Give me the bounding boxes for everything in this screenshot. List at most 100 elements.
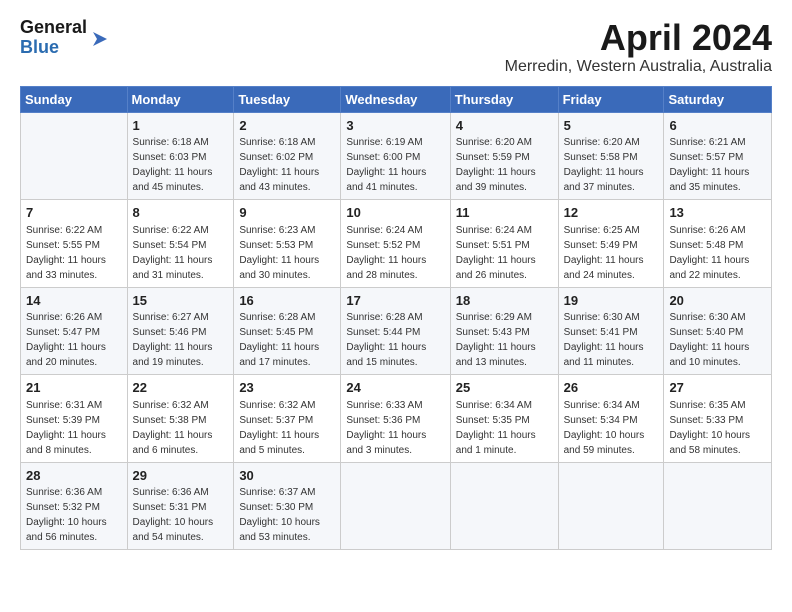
day-detail: Sunrise: 6:18 AMSunset: 6:03 PMDaylight:… bbox=[133, 137, 213, 193]
table-row: 20 Sunrise: 6:30 AMSunset: 5:40 PMDaylig… bbox=[664, 287, 772, 375]
day-number: 9 bbox=[239, 204, 335, 222]
logo-text: General Blue bbox=[20, 18, 87, 58]
day-detail: Sunrise: 6:24 AMSunset: 5:51 PMDaylight:… bbox=[456, 225, 536, 281]
day-detail: Sunrise: 6:33 AMSunset: 5:36 PMDaylight:… bbox=[346, 400, 426, 456]
month-title: April 2024 bbox=[505, 18, 772, 58]
day-number: 23 bbox=[239, 379, 335, 397]
page: General Blue April 2024 Merredin, Wester… bbox=[0, 0, 792, 560]
day-number: 30 bbox=[239, 467, 335, 485]
table-row: 19 Sunrise: 6:30 AMSunset: 5:41 PMDaylig… bbox=[558, 287, 664, 375]
col-monday: Monday bbox=[127, 86, 234, 112]
day-number: 25 bbox=[456, 379, 553, 397]
table-row: 8 Sunrise: 6:22 AMSunset: 5:54 PMDayligh… bbox=[127, 200, 234, 288]
day-number: 3 bbox=[346, 117, 444, 135]
day-detail: Sunrise: 6:26 AMSunset: 5:48 PMDaylight:… bbox=[669, 225, 749, 281]
calendar-week-row: 21 Sunrise: 6:31 AMSunset: 5:39 PMDaylig… bbox=[21, 375, 772, 463]
day-number: 28 bbox=[26, 467, 122, 485]
header: General Blue April 2024 Merredin, Wester… bbox=[20, 18, 772, 76]
logo-line2: Blue bbox=[20, 38, 87, 58]
table-row bbox=[341, 462, 450, 550]
day-detail: Sunrise: 6:27 AMSunset: 5:46 PMDaylight:… bbox=[133, 312, 213, 368]
calendar-week-row: 14 Sunrise: 6:26 AMSunset: 5:47 PMDaylig… bbox=[21, 287, 772, 375]
table-row: 13 Sunrise: 6:26 AMSunset: 5:48 PMDaylig… bbox=[664, 200, 772, 288]
table-row: 5 Sunrise: 6:20 AMSunset: 5:58 PMDayligh… bbox=[558, 112, 664, 200]
day-detail: Sunrise: 6:20 AMSunset: 5:59 PMDaylight:… bbox=[456, 137, 536, 193]
table-row: 2 Sunrise: 6:18 AMSunset: 6:02 PMDayligh… bbox=[234, 112, 341, 200]
table-row: 11 Sunrise: 6:24 AMSunset: 5:51 PMDaylig… bbox=[450, 200, 558, 288]
table-row: 6 Sunrise: 6:21 AMSunset: 5:57 PMDayligh… bbox=[664, 112, 772, 200]
title-section: April 2024 Merredin, Western Australia, … bbox=[505, 18, 772, 76]
day-detail: Sunrise: 6:35 AMSunset: 5:33 PMDaylight:… bbox=[669, 400, 750, 456]
day-number: 1 bbox=[133, 117, 229, 135]
table-row: 18 Sunrise: 6:29 AMSunset: 5:43 PMDaylig… bbox=[450, 287, 558, 375]
day-detail: Sunrise: 6:36 AMSunset: 5:32 PMDaylight:… bbox=[26, 487, 107, 543]
day-detail: Sunrise: 6:34 AMSunset: 5:35 PMDaylight:… bbox=[456, 400, 536, 456]
table-row: 15 Sunrise: 6:27 AMSunset: 5:46 PMDaylig… bbox=[127, 287, 234, 375]
calendar-week-row: 28 Sunrise: 6:36 AMSunset: 5:32 PMDaylig… bbox=[21, 462, 772, 550]
day-detail: Sunrise: 6:32 AMSunset: 5:37 PMDaylight:… bbox=[239, 400, 319, 456]
table-row: 29 Sunrise: 6:36 AMSunset: 5:31 PMDaylig… bbox=[127, 462, 234, 550]
calendar-week-row: 1 Sunrise: 6:18 AMSunset: 6:03 PMDayligh… bbox=[21, 112, 772, 200]
logo-arrow-icon bbox=[89, 28, 111, 50]
day-detail: Sunrise: 6:30 AMSunset: 5:41 PMDaylight:… bbox=[564, 312, 644, 368]
logo: General Blue bbox=[20, 18, 111, 58]
table-row: 16 Sunrise: 6:28 AMSunset: 5:45 PMDaylig… bbox=[234, 287, 341, 375]
day-number: 18 bbox=[456, 292, 553, 310]
col-tuesday: Tuesday bbox=[234, 86, 341, 112]
day-number: 8 bbox=[133, 204, 229, 222]
day-number: 5 bbox=[564, 117, 659, 135]
col-wednesday: Wednesday bbox=[341, 86, 450, 112]
day-number: 4 bbox=[456, 117, 553, 135]
day-detail: Sunrise: 6:37 AMSunset: 5:30 PMDaylight:… bbox=[239, 487, 320, 543]
day-number: 7 bbox=[26, 204, 122, 222]
day-detail: Sunrise: 6:25 AMSunset: 5:49 PMDaylight:… bbox=[564, 225, 644, 281]
col-saturday: Saturday bbox=[664, 86, 772, 112]
day-number: 12 bbox=[564, 204, 659, 222]
day-detail: Sunrise: 6:24 AMSunset: 5:52 PMDaylight:… bbox=[346, 225, 426, 281]
table-row bbox=[450, 462, 558, 550]
calendar-header-row: Sunday Monday Tuesday Wednesday Thursday… bbox=[21, 86, 772, 112]
table-row bbox=[558, 462, 664, 550]
day-number: 19 bbox=[564, 292, 659, 310]
day-number: 20 bbox=[669, 292, 766, 310]
day-number: 22 bbox=[133, 379, 229, 397]
table-row: 10 Sunrise: 6:24 AMSunset: 5:52 PMDaylig… bbox=[341, 200, 450, 288]
table-row: 12 Sunrise: 6:25 AMSunset: 5:49 PMDaylig… bbox=[558, 200, 664, 288]
table-row: 23 Sunrise: 6:32 AMSunset: 5:37 PMDaylig… bbox=[234, 375, 341, 463]
table-row: 3 Sunrise: 6:19 AMSunset: 6:00 PMDayligh… bbox=[341, 112, 450, 200]
calendar-table: Sunday Monday Tuesday Wednesday Thursday… bbox=[20, 86, 772, 551]
day-number: 6 bbox=[669, 117, 766, 135]
day-detail: Sunrise: 6:23 AMSunset: 5:53 PMDaylight:… bbox=[239, 225, 319, 281]
day-detail: Sunrise: 6:36 AMSunset: 5:31 PMDaylight:… bbox=[133, 487, 214, 543]
day-detail: Sunrise: 6:32 AMSunset: 5:38 PMDaylight:… bbox=[133, 400, 213, 456]
table-row: 17 Sunrise: 6:28 AMSunset: 5:44 PMDaylig… bbox=[341, 287, 450, 375]
calendar-week-row: 7 Sunrise: 6:22 AMSunset: 5:55 PMDayligh… bbox=[21, 200, 772, 288]
day-detail: Sunrise: 6:30 AMSunset: 5:40 PMDaylight:… bbox=[669, 312, 749, 368]
day-number: 29 bbox=[133, 467, 229, 485]
table-row: 7 Sunrise: 6:22 AMSunset: 5:55 PMDayligh… bbox=[21, 200, 128, 288]
day-number: 11 bbox=[456, 204, 553, 222]
day-number: 21 bbox=[26, 379, 122, 397]
day-number: 16 bbox=[239, 292, 335, 310]
table-row: 1 Sunrise: 6:18 AMSunset: 6:03 PMDayligh… bbox=[127, 112, 234, 200]
day-detail: Sunrise: 6:21 AMSunset: 5:57 PMDaylight:… bbox=[669, 137, 749, 193]
col-friday: Friday bbox=[558, 86, 664, 112]
table-row: 27 Sunrise: 6:35 AMSunset: 5:33 PMDaylig… bbox=[664, 375, 772, 463]
day-detail: Sunrise: 6:34 AMSunset: 5:34 PMDaylight:… bbox=[564, 400, 645, 456]
day-number: 26 bbox=[564, 379, 659, 397]
col-sunday: Sunday bbox=[21, 86, 128, 112]
day-number: 10 bbox=[346, 204, 444, 222]
table-row: 26 Sunrise: 6:34 AMSunset: 5:34 PMDaylig… bbox=[558, 375, 664, 463]
table-row: 28 Sunrise: 6:36 AMSunset: 5:32 PMDaylig… bbox=[21, 462, 128, 550]
day-number: 24 bbox=[346, 379, 444, 397]
logo-line1: General bbox=[20, 18, 87, 38]
day-detail: Sunrise: 6:22 AMSunset: 5:55 PMDaylight:… bbox=[26, 225, 106, 281]
col-thursday: Thursday bbox=[450, 86, 558, 112]
table-row bbox=[21, 112, 128, 200]
table-row bbox=[664, 462, 772, 550]
day-number: 14 bbox=[26, 292, 122, 310]
location-title: Merredin, Western Australia, Australia bbox=[505, 58, 772, 76]
day-detail: Sunrise: 6:22 AMSunset: 5:54 PMDaylight:… bbox=[133, 225, 213, 281]
day-detail: Sunrise: 6:29 AMSunset: 5:43 PMDaylight:… bbox=[456, 312, 536, 368]
table-row: 30 Sunrise: 6:37 AMSunset: 5:30 PMDaylig… bbox=[234, 462, 341, 550]
